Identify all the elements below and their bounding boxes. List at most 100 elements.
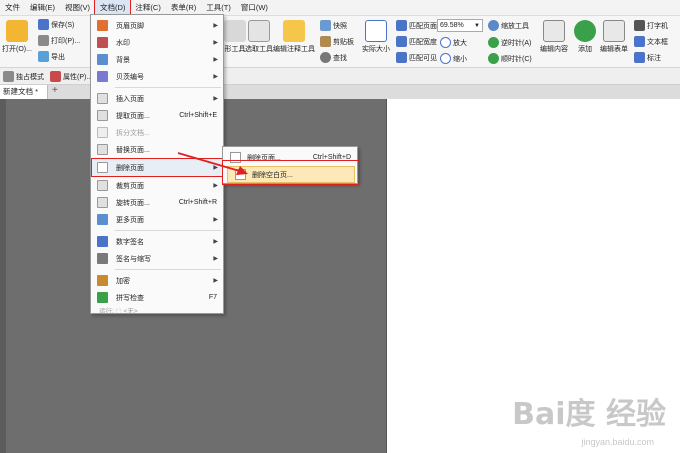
rotate-left-label: 逆时针(A) [501,39,532,47]
bates-icon [97,71,108,82]
menu-item-run: 运行: ⬚ <无> [91,305,223,315]
menu-separator [115,87,221,88]
watermark-logo: Bai度 经验 [512,397,666,432]
actual-size-button[interactable]: 实际大小 [362,20,390,54]
chevron-right-icon: ▶ [213,239,218,245]
typewriter-button[interactable]: 打字机 [634,20,668,31]
export-button[interactable]: 导出 [38,51,65,62]
save-button[interactable]: 保存(S) [38,19,74,30]
folder-icon [5,20,28,42]
document-menu: 页眉页脚 ▶ 水印 ▶ 背景 ▶ 贝茨编号 ▶ 插入页面 ▶ 提取页面... C… [90,14,224,315]
zoom-in-label: 放大 [453,39,467,47]
select-tool-button[interactable]: 选取工具 [245,20,273,54]
lock-icon [97,275,108,286]
menu-item-label: 拆分文档... [116,129,150,137]
hand-tool-button[interactable]: 形工具 [224,20,246,54]
pen-icon [97,253,108,264]
zoom-tool-button[interactable]: 缩放工具 [488,20,529,31]
clipboard-button[interactable]: 剪贴板 [320,36,354,47]
open-label: 打开(O)... [2,46,32,53]
rotate-right-button[interactable]: 顺时针(C) [488,53,532,64]
tab-new-document[interactable]: 新建文档 * [0,85,48,99]
hand-tool-label: 形工具 [224,46,246,53]
plus-icon [440,37,451,48]
menu-item-label: 提取页面... [116,112,150,120]
zoom-select[interactable]: 69.58% ▼ [437,19,483,32]
typewriter-label: 打字机 [647,22,668,30]
textbox-icon [634,36,645,47]
standalone-icon [3,71,14,82]
zoom-tool-icon [488,20,499,31]
menu-item-bates[interactable]: 贝茨编号 ▶ [91,68,223,85]
menu-item-crop-page[interactable]: 裁剪页面 ▶ [91,177,223,194]
menu-item-insert-page[interactable]: 插入页面 ▶ [91,90,223,107]
edit-form-button[interactable]: 编辑表单 [600,20,628,54]
edit-content-button[interactable]: 编辑内容 [540,20,568,54]
zoom-tool-label: 缩放工具 [501,22,529,30]
menu-item-label: 水印 [116,39,130,47]
rotate-right-label: 顺时针(C) [501,55,532,63]
menu-item-label: 插入页面 [116,95,144,103]
properties-button[interactable]: 属性(P)... [50,71,92,82]
edit-content-icon [543,20,565,42]
menu-item-background[interactable]: 背景 ▶ [91,51,223,68]
fit-width-button[interactable]: 匹配宽度 [396,36,437,47]
label-label: 标注 [647,54,661,62]
export-icon [38,51,49,62]
menu-item-replace-page[interactable]: 替换页面... [91,141,223,158]
shortcut-label: Ctrl+Shift+E [179,112,217,119]
menu-item-encrypt[interactable]: 加密 ▶ [91,272,223,289]
menu-item-watermark[interactable]: 水印 ▶ [91,34,223,51]
menu-item-label: 替换页面... [116,146,150,154]
zoom-out-button[interactable]: 缩小 [440,53,467,64]
menu-item-header-footer[interactable]: 页眉页脚 ▶ [91,17,223,34]
menu-edit[interactable]: 编辑(E) [25,0,60,16]
chevron-right-icon: ▶ [213,23,218,29]
add-tab-button[interactable]: + [52,86,62,97]
properties-icon [50,71,61,82]
fit-width-icon [396,36,407,47]
menu-item-digital-signature[interactable]: 数字签名 ▶ [91,233,223,250]
fit-page-label: 匹配页面 [409,22,437,30]
chevron-right-icon: ▶ [213,256,218,262]
menu-item-delete-page[interactable]: 删除页面 ▶ [91,158,223,177]
rotate-right-icon [488,53,499,64]
standalone-label: 独占模式 [16,73,44,81]
menu-separator [115,230,221,231]
label-button[interactable]: 标注 [634,52,661,63]
add-button[interactable]: 添加 [574,20,596,54]
chevron-right-icon: ▶ [213,217,218,223]
menu-item-more-pages[interactable]: 更多页面 ▶ [91,211,223,228]
find-button[interactable]: 查找 [320,52,347,63]
zoom-value: 69.58% [440,22,464,29]
signature-icon [97,236,108,247]
fit-page-icon [396,20,407,31]
open-button[interactable]: 打开(O)... [2,20,32,54]
standalone-mode-button[interactable]: 独占模式 [3,71,44,82]
fit-page-button[interactable]: 匹配页面 [396,20,437,31]
snapshot-button[interactable]: 快照 [320,20,347,31]
camera-icon [320,20,331,31]
rotate-left-button[interactable]: 逆时针(A) [488,37,531,48]
shortcut-label: Ctrl+Shift+R [178,199,217,206]
menu-item-rotate-page[interactable]: 旋转页面... Ctrl+Shift+R [91,194,223,211]
menu-window[interactable]: 窗口(W) [236,0,273,16]
fit-visible-button[interactable]: 匹配可见 [396,52,437,63]
clipboard-label: 剪贴板 [333,38,354,46]
zoom-in-button[interactable]: 放大 [440,37,467,48]
chevron-right-icon: ▶ [213,165,218,171]
edit-annotation-button[interactable]: 编辑注释工具 [273,20,315,54]
menu-item-spell-check[interactable]: 拼写检查 F7 [91,289,223,306]
printer-icon [38,35,49,46]
textbox-button[interactable]: 文本框 [634,36,668,47]
menu-item-sign-initial[interactable]: 签名与缩写 ▶ [91,250,223,267]
zoom-out-label: 缩小 [453,55,467,63]
menu-item-extract-page[interactable]: 提取页面... Ctrl+Shift+E [91,107,223,124]
left-panel-gutter [0,99,6,453]
highlight-box [222,160,360,185]
annotation-icon [283,20,305,42]
crop-icon [97,180,108,191]
menu-file[interactable]: 文件 [0,0,25,16]
print-button[interactable]: 打印(P)... [38,35,80,46]
hand-icon [224,20,246,42]
